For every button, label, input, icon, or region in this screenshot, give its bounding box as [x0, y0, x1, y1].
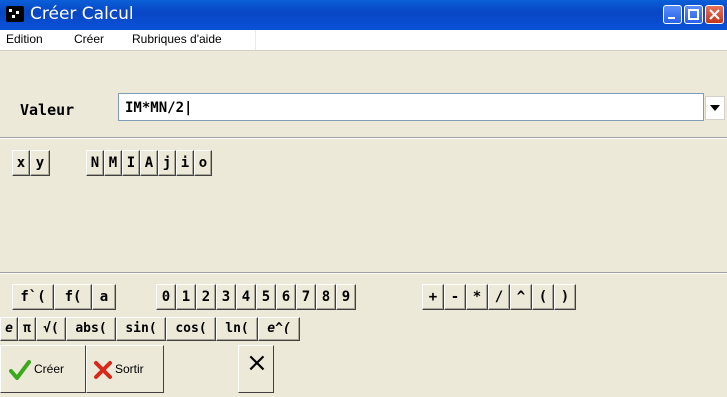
key-open-paren[interactable]: ( — [532, 284, 554, 310]
title-bar: Créer Calcul — [0, 0, 727, 30]
menu-edition[interactable]: Edition — [6, 32, 43, 46]
maximize-button[interactable] — [684, 5, 703, 24]
key-0[interactable]: 0 — [156, 284, 176, 310]
key-3[interactable]: 3 — [216, 284, 236, 310]
key-ln[interactable]: ln( — [216, 317, 258, 341]
key-m[interactable]: M — [104, 150, 122, 176]
key-sqrt[interactable]: √( — [36, 317, 66, 341]
creer-label: Créer — [34, 362, 65, 376]
chevron-down-icon — [710, 105, 720, 111]
minimize-button[interactable] — [663, 5, 682, 24]
key-fprime[interactable]: f`( — [12, 284, 54, 310]
key-7[interactable]: 7 — [296, 284, 316, 310]
key-y[interactable]: y — [30, 150, 50, 176]
key-multiply[interactable]: * — [466, 284, 488, 310]
key-2[interactable]: 2 — [196, 284, 216, 310]
key-1[interactable]: 1 — [176, 284, 196, 310]
key-exp[interactable]: e^( — [258, 317, 300, 341]
window-title: Créer Calcul — [30, 4, 134, 24]
key-n[interactable]: N — [86, 150, 104, 176]
key-5[interactable]: 5 — [256, 284, 276, 310]
key-j[interactable]: j — [158, 150, 176, 176]
key-6[interactable]: 6 — [276, 284, 296, 310]
app-icon — [6, 6, 24, 22]
cross-icon — [94, 361, 112, 379]
key-f[interactable]: f( — [54, 284, 92, 310]
menu-creer[interactable]: Créer — [74, 32, 104, 46]
valeur-dropdown-button[interactable] — [705, 96, 725, 120]
close-button[interactable] — [705, 5, 724, 24]
key-9[interactable]: 9 — [336, 284, 356, 310]
menu-rubriques-aide[interactable]: Rubriques d'aide — [132, 32, 222, 46]
key-minus[interactable]: - — [444, 284, 466, 310]
menubar-divider — [255, 30, 256, 50]
divider — [0, 138, 727, 139]
key-cos[interactable]: cos( — [166, 317, 216, 341]
sortir-button[interactable]: Sortir — [86, 345, 164, 393]
key-a-upper[interactable]: A — [140, 150, 158, 176]
valeur-label: Valeur — [20, 101, 75, 119]
valeur-input[interactable]: IM*MN/2| — [118, 93, 704, 121]
check-icon — [9, 360, 31, 380]
sortir-label: Sortir — [115, 362, 144, 376]
key-4[interactable]: 4 — [236, 284, 256, 310]
key-i[interactable]: i — [176, 150, 194, 176]
key-abs[interactable]: abs( — [66, 317, 116, 341]
key-e[interactable]: e — [0, 317, 18, 341]
key-i-upper[interactable]: I — [122, 150, 140, 176]
valeur-value: IM*MN/2| — [125, 100, 193, 116]
divider — [0, 273, 727, 274]
key-pi[interactable]: π — [18, 317, 36, 341]
key-plus[interactable]: + — [422, 284, 444, 310]
clear-button[interactable]: × — [238, 345, 274, 393]
key-divide[interactable]: / — [488, 284, 510, 310]
key-o[interactable]: o — [194, 150, 212, 176]
creer-button[interactable]: Créer — [0, 345, 86, 393]
key-8[interactable]: 8 — [316, 284, 336, 310]
key-x[interactable]: x — [12, 150, 30, 176]
menu-bar: Edition Créer Rubriques d'aide — [0, 30, 727, 51]
key-sin[interactable]: sin( — [116, 317, 166, 341]
key-a[interactable]: a — [92, 284, 116, 310]
key-close-paren[interactable]: ) — [554, 284, 576, 310]
key-power[interactable]: ^ — [510, 284, 532, 310]
close-icon: × — [246, 348, 268, 378]
